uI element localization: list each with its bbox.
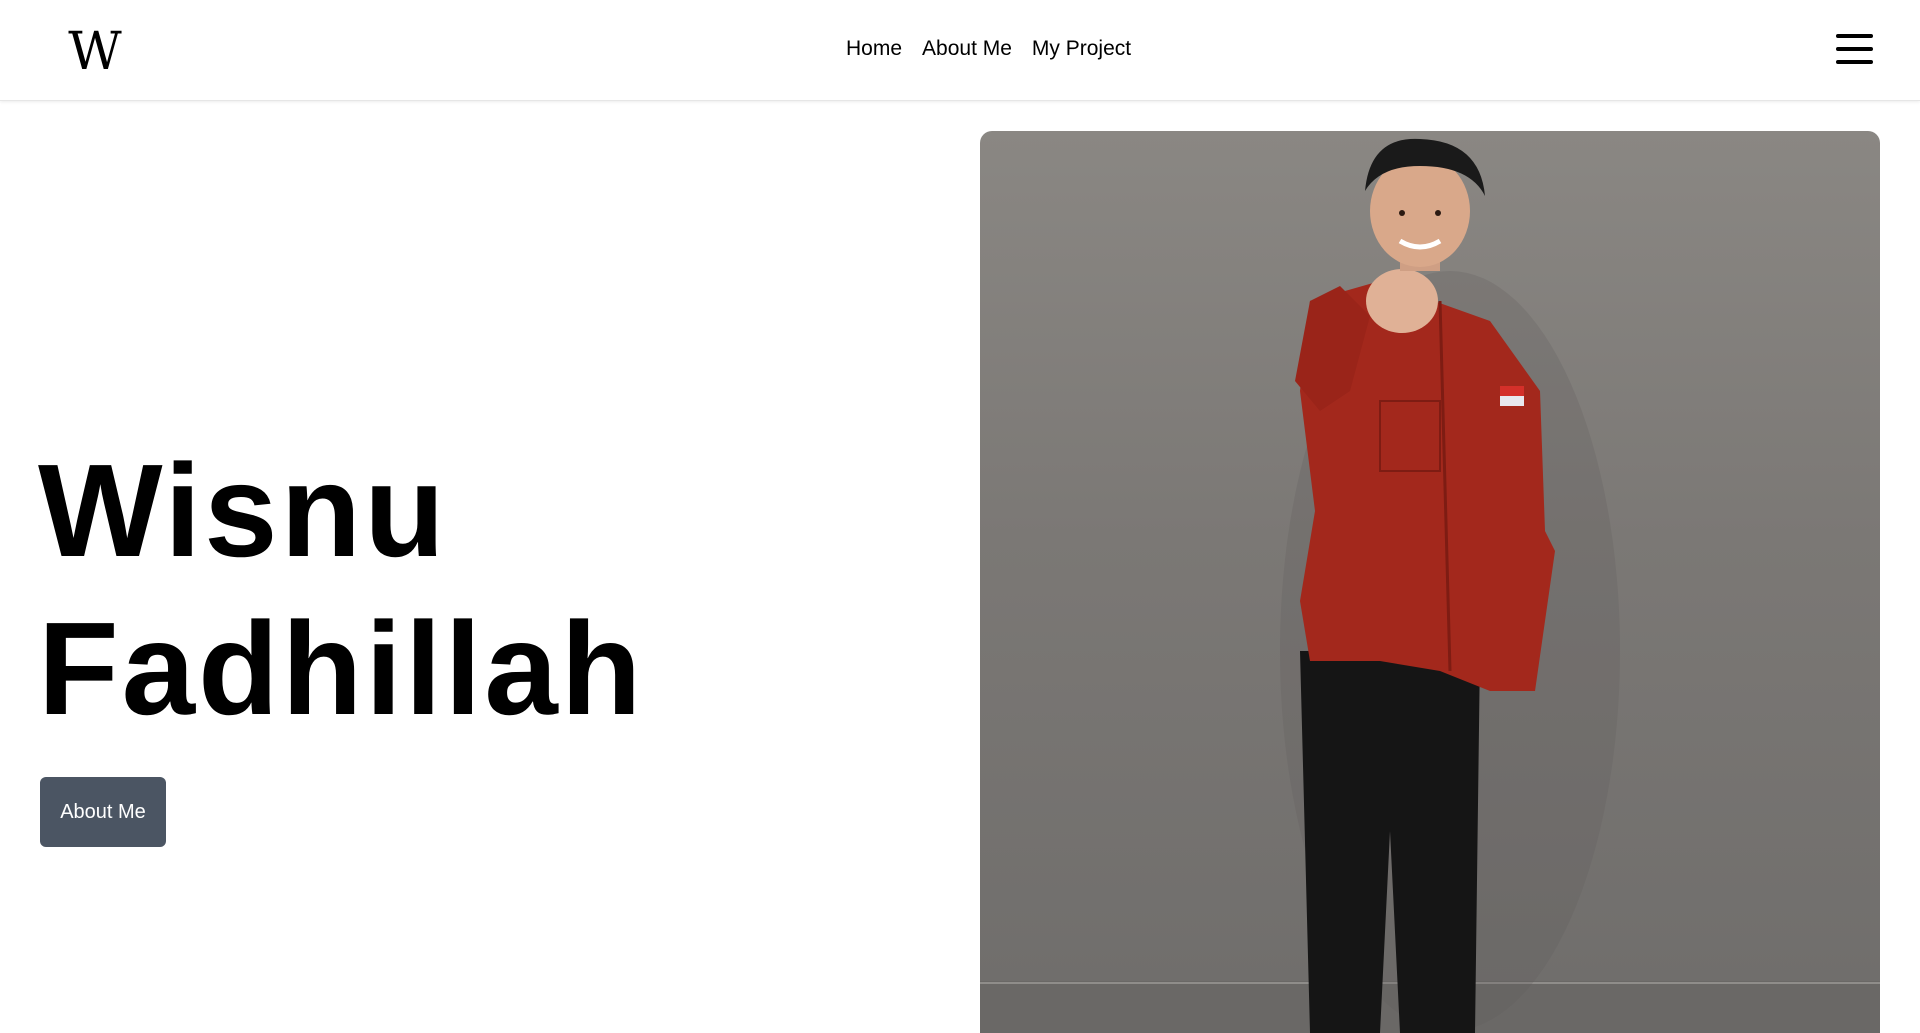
nav-link-home[interactable]: Home: [846, 36, 902, 62]
nav-link-about-me[interactable]: About Me: [922, 36, 1012, 62]
flag-patch-red: [1500, 386, 1524, 396]
hamburger-menu-icon[interactable]: [1834, 32, 1874, 66]
fist: [1366, 269, 1438, 333]
eye: [1399, 210, 1405, 216]
top-navbar: W Home About Me My Project: [0, 0, 1920, 101]
nav-link-my-project[interactable]: My Project: [1032, 36, 1131, 62]
main-nav: Home About Me My Project: [846, 36, 1131, 62]
hero-title-last-name: Fadhillah: [38, 595, 645, 742]
menu-bar: [1836, 47, 1873, 51]
site-logo[interactable]: W: [60, 16, 121, 82]
hero-title-first-name: Wisnu: [38, 437, 448, 584]
flag-patch-white: [1500, 396, 1524, 406]
logo-monogram: W: [68, 22, 121, 82]
profile-photo-illustration: [980, 138, 1880, 1033]
about-me-button[interactable]: About Me: [40, 777, 166, 847]
menu-bar: [1836, 60, 1873, 64]
profile-photo: [980, 131, 1880, 1033]
eye: [1435, 210, 1441, 216]
menu-bar: [1836, 34, 1873, 38]
hero-title: Wisnu Fadhillah: [38, 432, 644, 748]
